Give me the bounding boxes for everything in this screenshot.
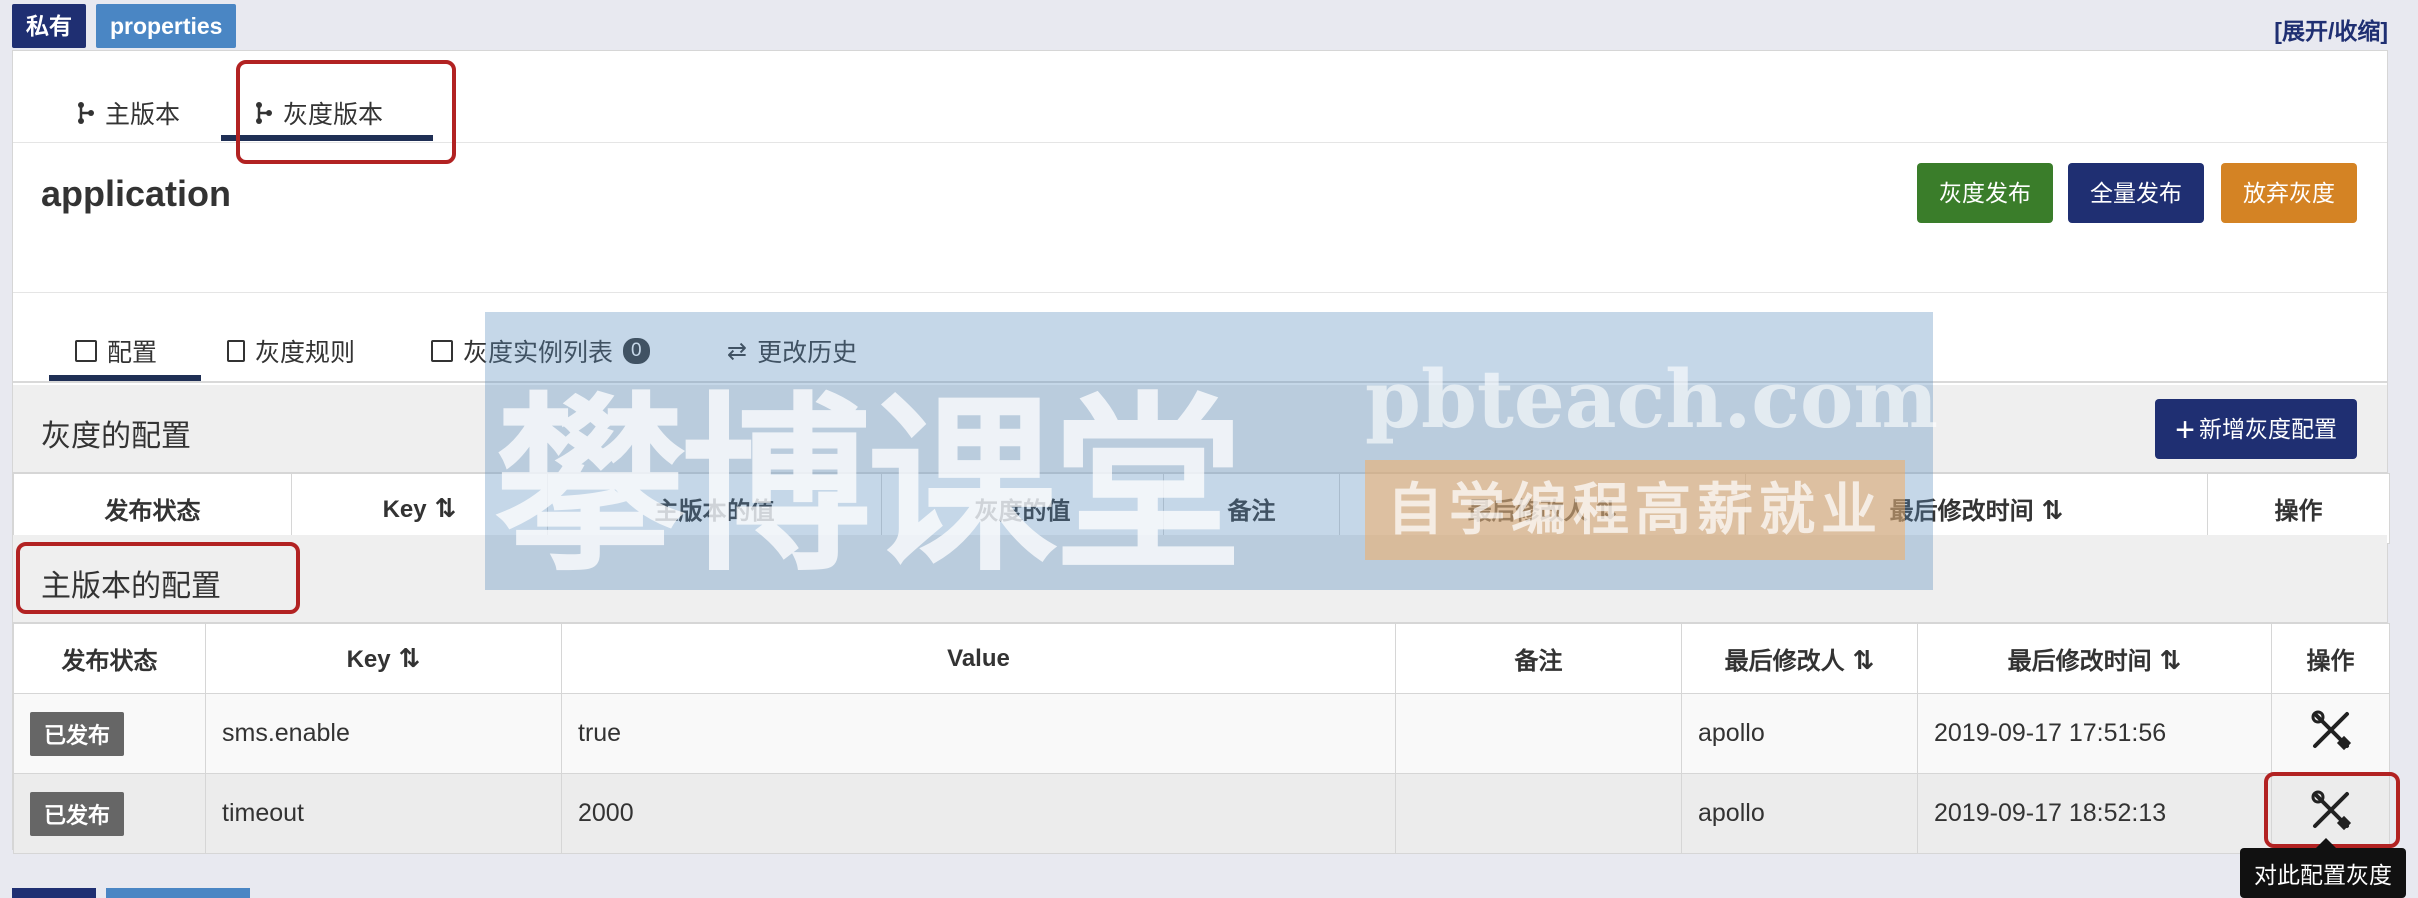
table-row: 已发布 timeout 2000 apollo 2019-09-17 18:52… xyxy=(13,773,2390,854)
col-key-label: Key xyxy=(346,646,391,673)
watermark: 攀博课堂 pbteach.com 自学编程高薪就业 xyxy=(485,312,1938,593)
expand-collapse-link[interactable]: [展开/收缩] xyxy=(2274,12,2388,46)
active-subtab-indicator xyxy=(49,375,201,381)
value-cell: 2000 xyxy=(561,773,1396,854)
col-modifier[interactable]: 最后修改人 ⇅ xyxy=(1681,623,1918,694)
comment-cell xyxy=(1395,693,1682,774)
tab-gray-rules-label: 灰度规则 xyxy=(255,339,356,367)
tab-master-label: 主版本 xyxy=(105,101,181,129)
sort-icon[interactable]: ⇅ xyxy=(399,643,421,673)
sort-icon[interactable]: ⇅ xyxy=(1853,645,1875,675)
gray-config-title: 灰度的配置 xyxy=(41,420,191,453)
branch-icon xyxy=(78,102,94,124)
format-tag: properties xyxy=(96,4,237,48)
status-cell: 已发布 xyxy=(13,773,206,854)
sort-icon[interactable]: ⇅ xyxy=(435,493,457,523)
namespace-header: 私有 properties xyxy=(12,4,237,48)
watermark-url: pbteach.com xyxy=(1365,352,1939,446)
sort-icon[interactable]: ⇅ xyxy=(2160,645,2182,675)
status-cell: 已发布 xyxy=(13,693,206,774)
add-gray-config-label: 新增灰度配置 xyxy=(2199,416,2337,442)
status-badge: 已发布 xyxy=(30,711,125,756)
col-key[interactable]: Key ⇅ xyxy=(205,623,562,694)
plus-icon: + xyxy=(2175,411,2195,449)
tab-master[interactable]: 主版本 xyxy=(75,95,180,131)
tools-icon[interactable] xyxy=(2309,708,2353,752)
col-actions: 操作 xyxy=(2271,623,2390,694)
list-icon xyxy=(431,340,453,362)
tab-config[interactable]: 配置 xyxy=(75,333,157,369)
table-header-row: 发布状态 Key ⇅ Value 备注 最后修改人 ⇅ 最后修改时间 ⇅ 操作 xyxy=(13,623,2390,694)
add-gray-config-button[interactable]: + 新增灰度配置 xyxy=(2155,399,2357,459)
abandon-gray-button[interactable]: 放弃灰度 xyxy=(2221,163,2357,223)
watermark-text: 攀博课堂 xyxy=(495,381,1243,593)
highlight-master-section xyxy=(16,542,300,614)
time-cell: 2019-09-17 18:52:13 xyxy=(1917,773,2272,854)
key-cell: timeout xyxy=(205,773,562,854)
col-actions: 操作 xyxy=(2207,473,2390,544)
col-status: 发布状态 xyxy=(13,473,292,544)
status-badge: 已发布 xyxy=(30,791,125,836)
col-modifier-label: 最后修改人 xyxy=(1724,648,1845,675)
actions-cell xyxy=(2271,693,2390,774)
col-status: 发布状态 xyxy=(13,623,206,694)
key-cell: sms.enable xyxy=(205,693,562,774)
comment-cell xyxy=(1395,773,1682,854)
col-value: Value xyxy=(561,623,1396,694)
gray-action-tooltip: 对此配置灰度 xyxy=(2240,838,2406,898)
sort-icon[interactable]: ⇅ xyxy=(2042,495,2064,525)
next-private-tag xyxy=(12,888,96,898)
full-release-button[interactable]: 全量发布 xyxy=(2068,163,2204,223)
highlight-gray-tab xyxy=(236,60,456,164)
app-name: application xyxy=(41,173,232,214)
col-key-label: Key xyxy=(382,496,427,523)
gray-release-button[interactable]: 灰度发布 xyxy=(1917,163,2053,223)
tab-gray-rules[interactable]: 灰度规则 xyxy=(227,333,355,369)
modifier-cell: apollo xyxy=(1681,693,1918,774)
time-cell: 2019-09-17 17:51:56 xyxy=(1917,693,2272,774)
modifier-cell: apollo xyxy=(1681,773,1918,854)
private-tag: 私有 xyxy=(12,4,86,48)
col-comment: 备注 xyxy=(1395,623,1682,694)
col-modified-time-label: 最后修改时间 xyxy=(2007,648,2152,675)
highlight-gray-action xyxy=(2264,772,2400,848)
col-modified-time[interactable]: 最后修改时间 ⇅ xyxy=(1917,623,2272,694)
table-icon xyxy=(75,340,97,362)
master-config-table: 发布状态 Key ⇅ Value 备注 最后修改人 ⇅ 最后修改时间 ⇅ 操作 已发布… xyxy=(13,623,2390,854)
document-icon xyxy=(227,340,245,362)
table-row: 已发布 sms.enable true apollo 2019-09-17 17… xyxy=(13,693,2390,774)
next-format-tag xyxy=(106,888,250,898)
value-cell: true xyxy=(561,693,1396,774)
watermark-slogan: 自学编程高薪就业 xyxy=(1365,460,1905,560)
tab-config-label: 配置 xyxy=(107,339,158,367)
